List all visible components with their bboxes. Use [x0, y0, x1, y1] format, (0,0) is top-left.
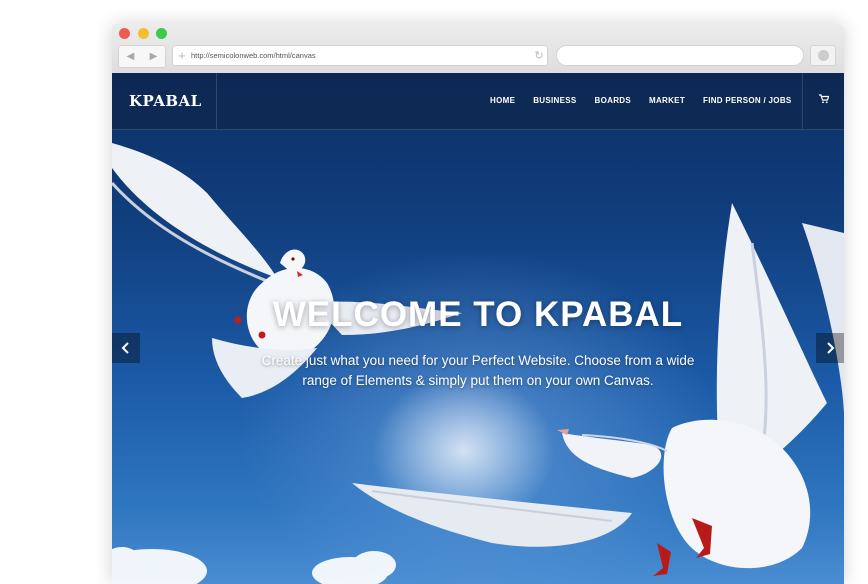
nav-item-market[interactable]: MARKET [649, 96, 685, 105]
nav-item-boards[interactable]: BOARDS [595, 96, 631, 105]
plus-icon: + [178, 48, 186, 63]
site-header: KPABAL HOME BUSINESS BOARDS MARKET FIND … [112, 73, 844, 130]
main-nav: HOME BUSINESS BOARDS MARKET FIND PERSON … [490, 96, 792, 105]
hero-subtitle: Create just what you need for your Perfe… [261, 353, 695, 388]
site-logo[interactable]: KPABAL [129, 92, 202, 110]
maximize-window-button[interactable] [156, 28, 167, 39]
minimize-window-button[interactable] [138, 28, 149, 39]
cloud-image [112, 547, 396, 584]
reload-icon[interactable]: ↻ [531, 49, 547, 62]
back-button[interactable]: ◀ [127, 51, 135, 62]
menu-icon [818, 50, 829, 61]
cart-icon[interactable] [819, 94, 829, 104]
address-bar[interactable]: + http://semicolonweb.com/html/canvas ↻ [172, 45, 548, 66]
hero-title: WELCOME TO KPABAL [272, 295, 684, 334]
web-page: KPABAL HOME BUSINESS BOARDS MARKET FIND … [112, 73, 844, 584]
nav-item-find-person-jobs[interactable]: FIND PERSON / JOBS [703, 96, 792, 105]
header-divider [216, 73, 217, 129]
browser-menu-button[interactable] [810, 45, 836, 66]
header-divider [802, 73, 803, 129]
close-window-button[interactable] [119, 28, 130, 39]
browser-nav-buttons: ◀ ▶ [118, 45, 166, 68]
slider-prev-button[interactable] [112, 333, 140, 363]
browser-toolbar: ◀ ▶ + http://semicolonweb.com/html/canva… [112, 24, 844, 74]
chevron-left-icon [121, 342, 129, 354]
nav-item-business[interactable]: BUSINESS [533, 96, 576, 105]
url-text[interactable]: http://semicolonweb.com/html/canvas [191, 51, 531, 60]
browser-window: ◀ ▶ + http://semicolonweb.com/html/canva… [112, 24, 844, 584]
nav-item-home[interactable]: HOME [490, 96, 515, 105]
slider-next-button[interactable] [816, 333, 844, 363]
forward-button[interactable]: ▶ [150, 51, 158, 62]
chevron-right-icon [827, 342, 835, 354]
browser-search-input[interactable] [556, 45, 804, 66]
